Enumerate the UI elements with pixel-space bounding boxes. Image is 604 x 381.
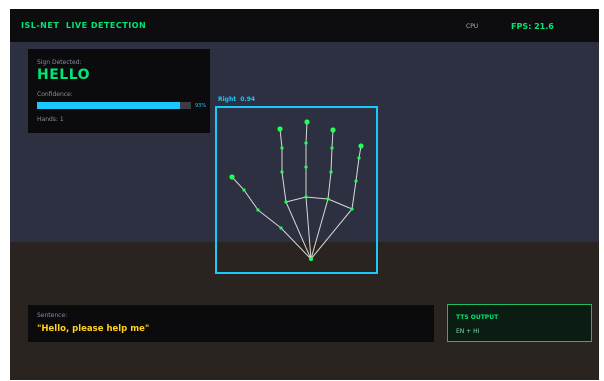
palm-bone (285, 196, 307, 203)
ring-bone (327, 171, 332, 200)
middle-bone (305, 121, 308, 144)
pinky-bone (310, 208, 353, 260)
ring-joint-dot (330, 146, 334, 150)
thumb-bone (257, 209, 282, 229)
ring-bone (310, 198, 329, 260)
thumb-joint-dot (279, 226, 283, 230)
sentence-label: Sentence: (37, 312, 68, 319)
middle-joint-dot (304, 195, 308, 199)
index-joint-dot (280, 170, 284, 174)
index-joint-dot (280, 146, 284, 150)
ring-joint-dot (329, 170, 333, 174)
middle-joint-dot (304, 141, 308, 145)
thumb-bone (243, 189, 259, 211)
sentence-panel: Sentence: "Hello, please help me" (28, 305, 434, 342)
index-bone (281, 171, 287, 203)
middle-joint-dot (304, 165, 308, 169)
tts-output-panel: TTS OUTPUT EN + HI (447, 304, 592, 342)
index-joint-dot (284, 200, 288, 204)
thumb-bone (280, 227, 312, 260)
hand-joints (229, 119, 364, 261)
thumb-joint-dot (242, 188, 246, 192)
pinky-joint-dot (357, 156, 361, 160)
pinky-bone (355, 157, 360, 182)
pinky-joint-dot (354, 179, 358, 183)
palm-bone (305, 196, 329, 200)
ring-bone (330, 147, 333, 173)
thumb-bone (231, 176, 245, 191)
sentence-text: "Hello, please help me" (37, 324, 150, 334)
ring-joint-dot (326, 197, 330, 201)
pinky-bone (351, 180, 357, 210)
wrist-joint-dot (309, 257, 313, 261)
ring-bone (331, 129, 334, 149)
thumb-tip-joint-dot (229, 174, 235, 180)
pinky-tip-joint-dot (358, 143, 364, 149)
tts-output-title: TTS OUTPUT (456, 314, 499, 321)
detection-app-window: ISL-NET LIVE DETECTION CPU FPS: 21.6 Sig… (10, 9, 599, 380)
thumb-joint-dot (256, 208, 260, 212)
hand-bones (231, 121, 362, 260)
ring-tip-joint-dot (330, 127, 336, 133)
palm-bone (327, 198, 353, 210)
pinky-joint-dot (350, 207, 354, 211)
tts-output-value: EN + HI (456, 328, 480, 335)
index-tip-joint-dot (277, 126, 283, 132)
index-bone (279, 128, 283, 149)
middle-tip-joint-dot (304, 119, 310, 125)
